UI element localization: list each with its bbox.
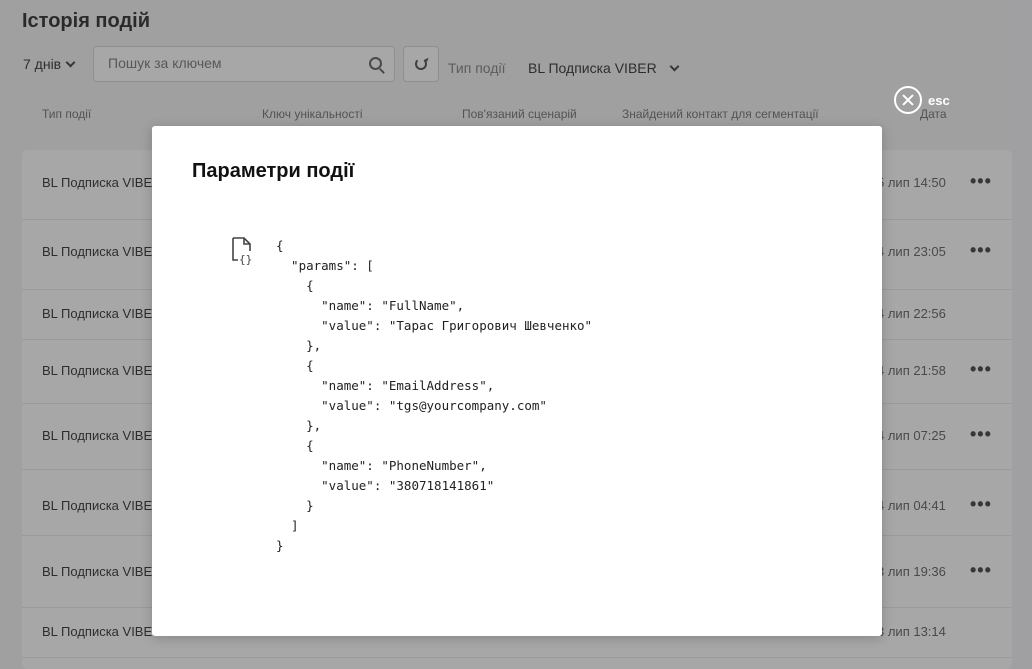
event-params-modal: Параметри події {} { "params": [ { "name… (152, 126, 882, 636)
modal-title: Параметри події (192, 160, 355, 182)
svg-text:{}: {} (239, 253, 252, 266)
json-file-icon: {} (232, 237, 252, 266)
close-icon[interactable] (894, 86, 922, 114)
close-label: esc (928, 92, 950, 108)
event-params-json: { "params": [ { "name": "FullName", "val… (276, 238, 593, 553)
close-button[interactable]: esc (894, 86, 950, 114)
